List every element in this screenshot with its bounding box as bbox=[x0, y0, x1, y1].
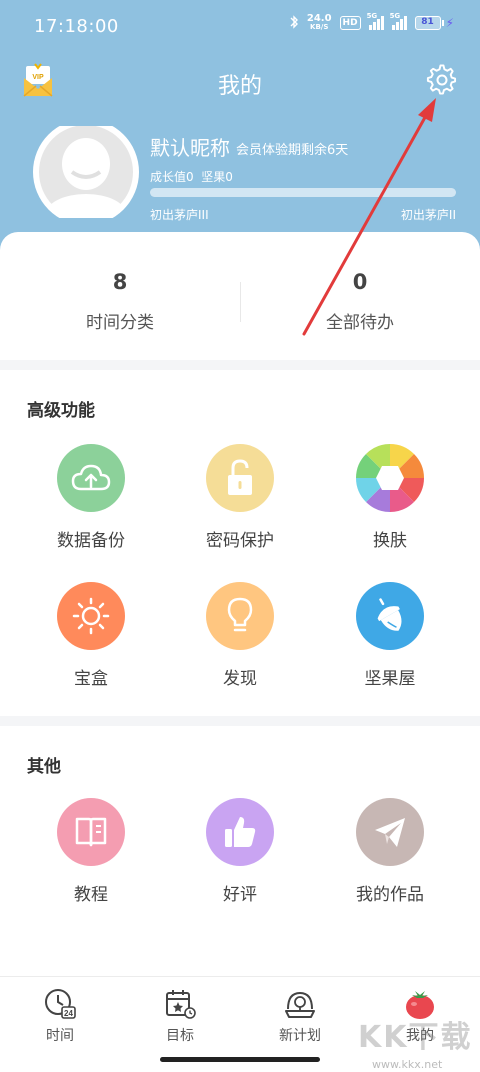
thumbs-up-icon bbox=[206, 798, 274, 866]
home-indicator[interactable] bbox=[160, 1057, 320, 1062]
section-title: 高级功能 bbox=[27, 401, 95, 421]
level-progress-bar bbox=[150, 188, 456, 197]
nickname[interactable]: 默认昵称 bbox=[150, 132, 230, 161]
status-bar: 17:18:00 24.0 KB/S HD 5G 5G 81 ⚡ bbox=[0, 0, 480, 54]
feature-tutorial[interactable]: 教程 bbox=[16, 798, 166, 905]
stats-card: 8 时间分类 0 全部待办 bbox=[0, 232, 480, 360]
paper-plane-icon bbox=[356, 798, 424, 866]
feature-data-backup[interactable]: 数据备份 bbox=[16, 444, 166, 551]
status-icons: 24.0 KB/S HD 5G 5G 81 ⚡ bbox=[289, 12, 454, 32]
plan-icon bbox=[283, 987, 317, 1021]
acorn-icon bbox=[356, 582, 424, 650]
feature-my-works[interactable]: 我的作品 bbox=[315, 798, 465, 905]
next-level: 初出茅庐II bbox=[400, 208, 456, 222]
clock-icon: 24 bbox=[43, 987, 77, 1021]
signal-icon: 5G bbox=[390, 12, 407, 30]
unlock-icon bbox=[206, 444, 274, 512]
svg-text:24: 24 bbox=[64, 1009, 73, 1018]
nav-item-new-plan[interactable]: 新计划 bbox=[240, 987, 360, 1045]
advanced-features-section: 高级功能 数据备份 密码保护 换肤 宝盒 发现 坚果屋 bbox=[0, 370, 480, 716]
feature-rate[interactable]: 好评 bbox=[165, 798, 315, 905]
bluetooth-icon bbox=[289, 14, 299, 32]
feature-discover[interactable]: 发现 bbox=[165, 582, 315, 689]
avatar[interactable] bbox=[32, 119, 140, 225]
feature-skin[interactable]: 换肤 bbox=[315, 444, 465, 551]
stat-time-categories[interactable]: 8 时间分类 bbox=[0, 270, 240, 333]
stat-all-todos[interactable]: 0 全部待办 bbox=[240, 270, 480, 333]
watermark-url: www.kkx.net bbox=[372, 1058, 443, 1071]
other-section: 其他 教程 好评 我的作品 bbox=[0, 726, 480, 976]
nuts-value: 坚果0 bbox=[201, 170, 233, 184]
watermark: KK下载 bbox=[358, 1020, 473, 1055]
book-icon bbox=[57, 798, 125, 866]
palette-icon bbox=[356, 444, 424, 512]
hd-badge: HD bbox=[339, 16, 361, 30]
network-speed: 24.0 KB/S bbox=[306, 13, 332, 32]
nav-item-goals[interactable]: 目标 bbox=[120, 987, 240, 1045]
member-trial-info: 会员体验期剩余6天 bbox=[236, 143, 349, 158]
status-time: 17:18:00 bbox=[34, 16, 119, 37]
gear-icon[interactable] bbox=[426, 64, 458, 96]
feature-nut-house[interactable]: 坚果屋 bbox=[315, 582, 465, 689]
feature-treasure-box[interactable]: 宝盒 bbox=[16, 582, 166, 689]
page-title: 我的 bbox=[217, 74, 262, 99]
feature-password-protection[interactable]: 密码保护 bbox=[165, 444, 315, 551]
section-title: 其他 bbox=[27, 757, 61, 777]
sun-icon bbox=[57, 582, 125, 650]
current-level: 初出茅庐III bbox=[150, 208, 209, 222]
cloud-upload-icon bbox=[57, 444, 125, 512]
battery-icon: 81 ⚡ bbox=[414, 16, 454, 30]
signal-icon: 5G bbox=[367, 12, 384, 30]
growth-and-nuts: 成长值0 坚果0 bbox=[150, 168, 233, 185]
growth-value: 成长值0 bbox=[150, 170, 194, 184]
nav-item-time[interactable]: 24 时间 bbox=[0, 987, 120, 1045]
calendar-star-icon bbox=[163, 987, 197, 1021]
charging-icon: ⚡ bbox=[445, 16, 454, 30]
lightbulb-icon bbox=[206, 582, 274, 650]
